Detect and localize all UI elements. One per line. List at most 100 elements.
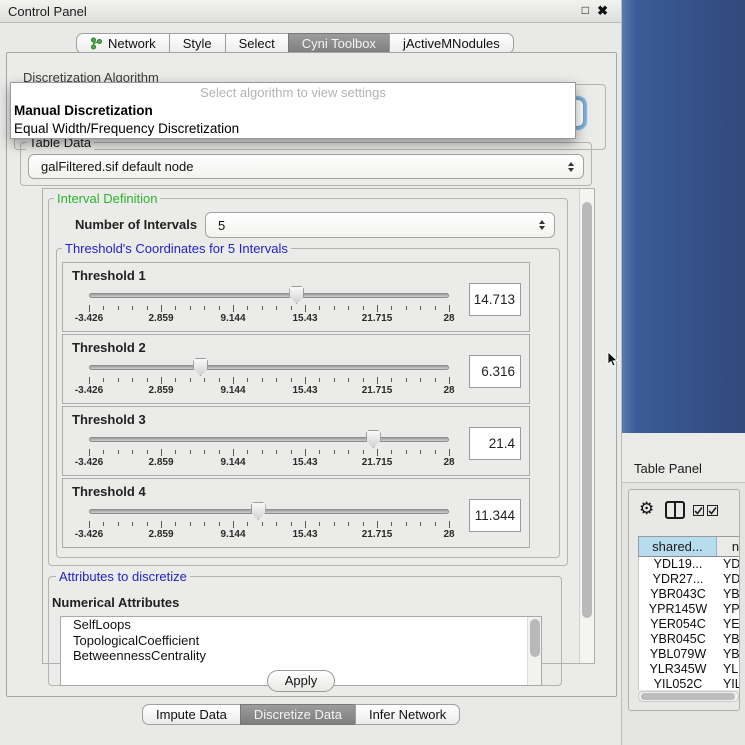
tab-label: Style bbox=[183, 34, 212, 53]
tick-mark bbox=[233, 305, 234, 312]
table-row[interactable]: YDL19...YDL1 bbox=[639, 557, 739, 572]
attribute-item[interactable]: SelfLoops bbox=[61, 617, 541, 633]
cell-name[interactable]: YPR1 bbox=[717, 602, 739, 617]
table-row[interactable]: YPR145WYPR1 bbox=[639, 602, 739, 617]
tick-mark bbox=[305, 377, 306, 384]
tick-label: -3.426 bbox=[75, 313, 103, 324]
table-data-value: galFiltered.sif default node bbox=[29, 159, 566, 174]
cell-name[interactable]: YER0 bbox=[717, 617, 739, 632]
tab-jactivemnodules[interactable]: jActiveMNodules bbox=[389, 33, 514, 54]
cell-shared-name[interactable]: YDR27... bbox=[639, 572, 717, 587]
popup-item-manual-discretization[interactable]: Manual Discretization bbox=[11, 102, 575, 120]
attribute-item[interactable]: TopologicalCoefficient bbox=[61, 633, 541, 649]
table-data-combobox[interactable]: galFiltered.sif default node bbox=[28, 154, 584, 179]
table-row[interactable]: YBL079WYBL0 bbox=[639, 647, 739, 662]
float-window-icon[interactable]: □ bbox=[582, 3, 589, 17]
cell-shared-name[interactable]: YER054C bbox=[639, 617, 717, 632]
cell-shared-name[interactable]: YDL19... bbox=[639, 557, 717, 572]
cell-name[interactable]: YDR2 bbox=[717, 572, 739, 587]
cell-shared-name[interactable]: YPR145W bbox=[639, 602, 717, 617]
slider-track[interactable] bbox=[89, 437, 449, 442]
table-row[interactable]: YBR045CYBR0 bbox=[639, 632, 739, 647]
tab-label: Impute Data bbox=[156, 705, 227, 724]
column-header-shared-name[interactable]: shared... bbox=[639, 537, 717, 556]
slider-track[interactable] bbox=[89, 365, 449, 370]
table-row[interactable]: YIL052CYIL0 bbox=[639, 677, 739, 690]
slider-track[interactable] bbox=[89, 509, 449, 514]
tick-label: 9.144 bbox=[220, 313, 245, 324]
cell-shared-name[interactable]: YBR045C bbox=[639, 632, 717, 647]
threshold-slider[interactable]: -3.4262.8599.14415.4321.71528 bbox=[89, 429, 449, 471]
tick-mark bbox=[420, 450, 421, 454]
attributes-scrollbar-thumb[interactable] bbox=[530, 619, 540, 657]
cell-name[interactable]: YLR3 bbox=[717, 662, 739, 677]
threshold-slider[interactable]: -3.4262.8599.14415.4321.71528 bbox=[89, 357, 449, 399]
slider-track[interactable] bbox=[89, 293, 449, 298]
tick-mark bbox=[175, 378, 176, 382]
threshold-value-field[interactable]: 6.316 bbox=[469, 355, 521, 388]
tick-mark bbox=[276, 522, 277, 526]
tab-select[interactable]: Select bbox=[225, 33, 289, 54]
tick-mark bbox=[435, 306, 436, 310]
columns-icon[interactable] bbox=[665, 501, 685, 519]
tick-mark bbox=[406, 522, 407, 526]
table-row[interactable]: YER054CYER0 bbox=[639, 617, 739, 632]
thresholds-group-title: Threshold's Coordinates for 5 Intervals bbox=[62, 241, 291, 256]
table-horizontal-scrollbar[interactable] bbox=[638, 691, 739, 702]
settings-scrollbar[interactable] bbox=[579, 189, 594, 663]
tab-impute-data[interactable]: Impute Data bbox=[142, 704, 241, 725]
slider-thumb-icon[interactable] bbox=[366, 430, 381, 448]
slider-thumb-icon[interactable] bbox=[193, 358, 208, 376]
table-panel-region: Table Panel ⚙ shared... na YD bbox=[622, 433, 745, 745]
cell-name[interactable]: YBR0 bbox=[717, 632, 739, 647]
tab-style[interactable]: Style bbox=[169, 33, 226, 54]
cell-name[interactable]: YDL1 bbox=[717, 557, 739, 572]
cell-shared-name[interactable]: YBR043C bbox=[639, 587, 717, 602]
tick-mark bbox=[391, 522, 392, 526]
tab-cyni-toolbox[interactable]: Cyni Toolbox bbox=[288, 33, 390, 54]
tab-discretize-data[interactable]: Discretize Data bbox=[240, 704, 356, 725]
tab-network[interactable]: Network bbox=[76, 33, 170, 54]
checkbox-icon[interactable] bbox=[707, 505, 718, 516]
tick-mark bbox=[161, 521, 162, 528]
threshold-slider[interactable]: -3.4262.8599.14415.4321.71528 bbox=[89, 285, 449, 327]
attributes-scrollbar[interactable] bbox=[527, 617, 541, 685]
slider-thumb-icon[interactable] bbox=[289, 286, 304, 304]
gear-icon[interactable]: ⚙ bbox=[639, 500, 654, 517]
tab-label: Discretize Data bbox=[254, 705, 342, 724]
tab-infer-network[interactable]: Infer Network bbox=[355, 704, 460, 725]
close-icon[interactable]: ✖ bbox=[597, 3, 608, 19]
table-horizontal-scrollbar-thumb[interactable] bbox=[641, 693, 735, 700]
checkbox-icon[interactable] bbox=[693, 505, 704, 516]
table-row[interactable]: YLR345WYLR3 bbox=[639, 662, 739, 677]
cell-name[interactable]: YIL0 bbox=[717, 677, 739, 690]
attribute-item[interactable]: BetweennessCentrality bbox=[61, 648, 541, 664]
table-row[interactable]: YDR27...YDR2 bbox=[639, 572, 739, 587]
cell-name[interactable]: YBL0 bbox=[717, 647, 739, 662]
number-of-intervals-value: 5 bbox=[206, 218, 537, 233]
tick-mark bbox=[377, 305, 378, 312]
cell-name[interactable]: YBR0 bbox=[717, 587, 739, 602]
threshold-value-field[interactable]: 21.4 bbox=[469, 427, 521, 460]
threshold-value-field[interactable]: 11.344 bbox=[469, 499, 521, 532]
table-toolbar: ⚙ bbox=[629, 490, 739, 534]
threshold-value-field[interactable]: 14.713 bbox=[469, 283, 521, 316]
slider-thumb-icon[interactable] bbox=[251, 502, 266, 520]
tick-mark bbox=[103, 306, 104, 310]
tick-mark bbox=[118, 522, 119, 526]
number-of-intervals-combobox[interactable]: 5 bbox=[205, 212, 555, 238]
column-header-name[interactable]: na bbox=[717, 537, 739, 556]
tick-mark bbox=[319, 522, 320, 526]
threshold-slider[interactable]: -3.4262.8599.14415.4321.71528 bbox=[89, 501, 449, 543]
popup-item-equal-width-frequency[interactable]: Equal Width/Frequency Discretization bbox=[11, 120, 575, 138]
apply-button[interactable]: Apply bbox=[267, 670, 335, 692]
tick-mark bbox=[363, 306, 364, 310]
cell-shared-name[interactable]: YBL079W bbox=[639, 647, 717, 662]
tick-mark bbox=[118, 450, 119, 454]
tab-label: Infer Network bbox=[369, 705, 446, 724]
cell-shared-name[interactable]: YIL052C bbox=[639, 677, 717, 690]
table-row[interactable]: YBR043CYBR0 bbox=[639, 587, 739, 602]
cell-shared-name[interactable]: YLR345W bbox=[639, 662, 717, 677]
tick-label: -3.426 bbox=[75, 385, 103, 396]
settings-scrollbar-thumb[interactable] bbox=[582, 202, 592, 618]
